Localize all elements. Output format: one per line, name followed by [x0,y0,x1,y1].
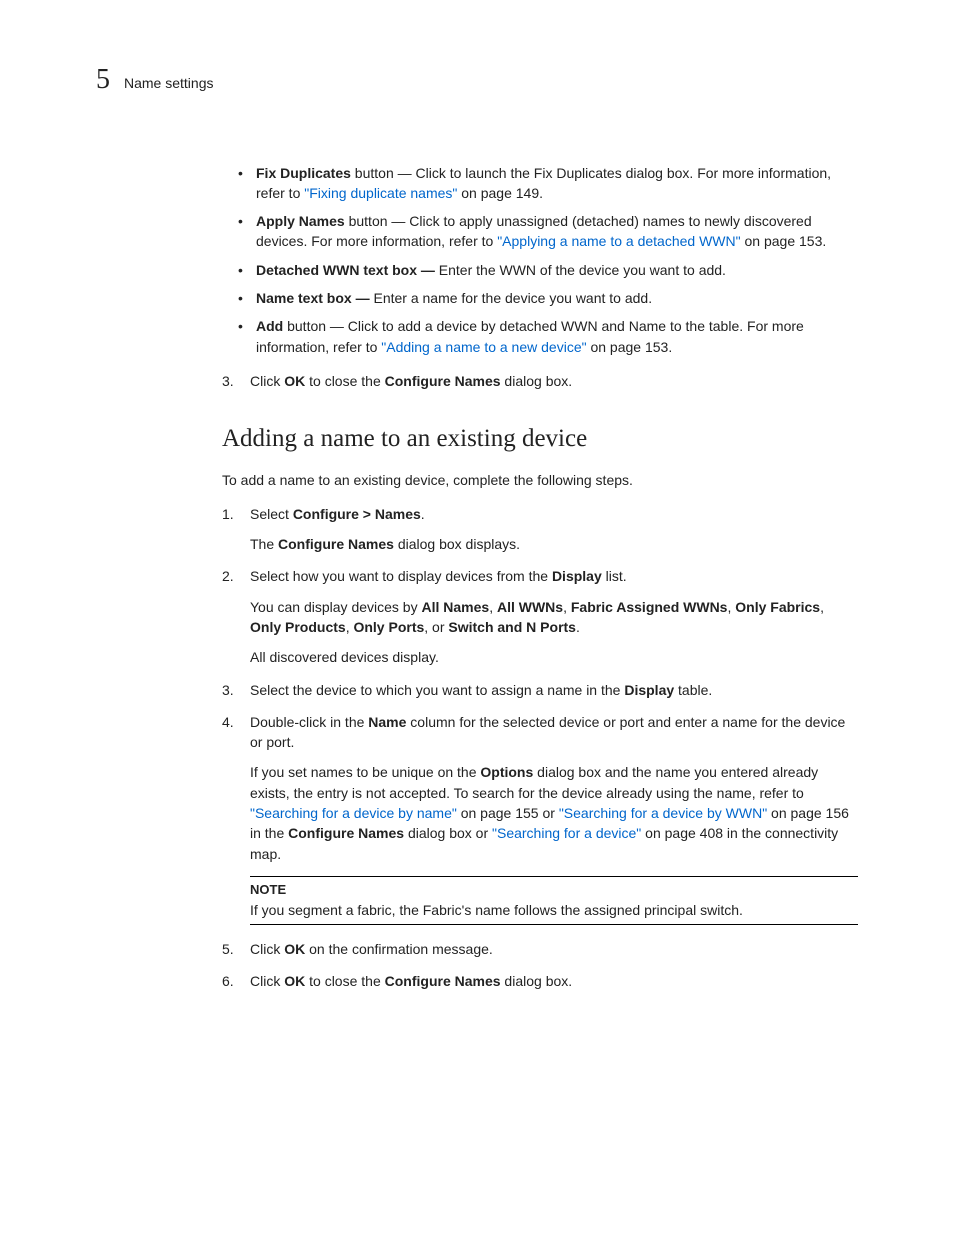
step-bold: Only Ports [353,619,424,635]
step-text: on page 155 or [457,805,559,821]
bullet-bold: Fix Duplicates [256,165,351,181]
chapter-number: 5 [96,60,110,101]
section-intro: To add a name to an existing device, com… [222,470,858,490]
step-bold: Switch and N Ports [448,619,576,635]
link-applying-name-detached-wwn[interactable]: "Applying a name to a detached WWN" [497,233,740,249]
link-searching-device-by-wwn[interactable]: "Searching for a device by WWN" [559,805,767,821]
step-item: Click OK to close the Configure Names di… [222,971,858,991]
step-item: Select Configure > Names. The Configure … [222,504,858,555]
step-text: . [576,619,580,635]
bullet-bold: Apply Names [256,213,345,229]
step-text: You can display devices by [250,599,421,615]
bullet-item: Apply Names button — Click to apply unas… [256,211,858,252]
step-bold: Configure Names [385,973,501,989]
bullet-bold: Name text box — [256,290,370,306]
page-content: Fix Duplicates button — Click to launch … [222,163,858,992]
step-text: Click [250,373,284,389]
step-bold: OK [284,973,305,989]
step-bold: Fabric Assigned WWNs [571,599,728,615]
bullet-bold: Add [256,318,283,334]
step-text: dialog box displays. [394,536,520,552]
procedure-steps-cont: Click OK on the confirmation message. Cl… [222,939,858,992]
step-bold: Configure Names [278,536,394,552]
note-label: NOTE [250,881,858,900]
step-text: , [563,599,571,615]
bullet-bold: Detached WWN text box — [256,262,435,278]
step-text: , or [424,619,448,635]
step-text: , [489,599,497,615]
step-text: dialog box. [501,373,573,389]
step-bold: Only Fabrics [735,599,820,615]
bullet-item: Add button — Click to add a device by de… [256,316,858,357]
page-header: 5 Name settings [96,60,858,101]
bullet-item: Name text box — Enter a name for the dev… [256,288,858,308]
step-bold: Configure > Names [293,506,421,522]
bullet-text: on page 153. [587,339,673,355]
step-bold: Only Products [250,619,346,635]
section-heading: Adding a name to an existing device [222,421,858,457]
bullet-text: on page 149. [457,185,543,201]
step-text: Click [250,973,284,989]
note-body: If you segment a fabric, the Fabric's na… [250,900,858,920]
step-bold: Configure Names [385,373,501,389]
step-bold: Display [552,568,602,584]
step-item: Double-click in the Name column for the … [222,712,858,864]
step-item: Click OK to close the Configure Names di… [222,371,858,391]
step-text: to close the [305,973,384,989]
link-searching-device[interactable]: "Searching for a device" [492,825,641,841]
step-text: Click [250,941,284,957]
top-steps: Click OK to close the Configure Names di… [222,371,858,391]
step-item: Click OK on the confirmation message. [222,939,858,959]
step-text: . [421,506,425,522]
bullet-text: Enter the WWN of the device you want to … [435,262,726,278]
step-bold: Configure Names [288,825,404,841]
bullet-item: Detached WWN text box — Enter the WWN of… [256,260,858,280]
link-fixing-duplicate-names[interactable]: "Fixing duplicate names" [304,185,457,201]
step-text: The [250,536,278,552]
bullet-text: on page 153. [741,233,827,249]
step-bold: OK [284,941,305,957]
step-item: Select how you want to display devices f… [222,566,858,667]
step-text: Select how you want to display devices f… [250,568,552,584]
step-text: Select [250,506,293,522]
step-text: If you set names to be unique on the [250,764,480,780]
bullet-text: Enter a name for the device you want to … [370,290,653,306]
step-bold: All Names [421,599,489,615]
link-searching-device-by-name[interactable]: "Searching for a device by name" [250,805,457,821]
step-text: on the confirmation message. [305,941,493,957]
step-bold: Name [368,714,406,730]
procedure-steps: Select Configure > Names. The Configure … [222,504,858,864]
step-text: table. [674,682,712,698]
step-item: Select the device to which you want to a… [222,680,858,700]
bullet-item: Fix Duplicates button — Click to launch … [256,163,858,204]
note-box: NOTE If you segment a fabric, the Fabric… [250,876,858,925]
step-text: Select the device to which you want to a… [250,682,624,698]
chapter-title: Name settings [124,73,213,93]
step-bold: Display [624,682,674,698]
step-bold: Options [480,764,533,780]
step-text: dialog box. [501,973,573,989]
step-text: dialog box or [404,825,492,841]
link-adding-name-new-device[interactable]: "Adding a name to a new device" [381,339,586,355]
step-bold: All WWNs [497,599,563,615]
step-bold: OK [284,373,305,389]
step-text: , [820,599,824,615]
step-text: All discovered devices display. [250,647,858,667]
bullet-list: Fix Duplicates button — Click to launch … [222,163,858,357]
step-text: list. [602,568,627,584]
step-text: Double-click in the [250,714,368,730]
step-text: to close the [305,373,384,389]
